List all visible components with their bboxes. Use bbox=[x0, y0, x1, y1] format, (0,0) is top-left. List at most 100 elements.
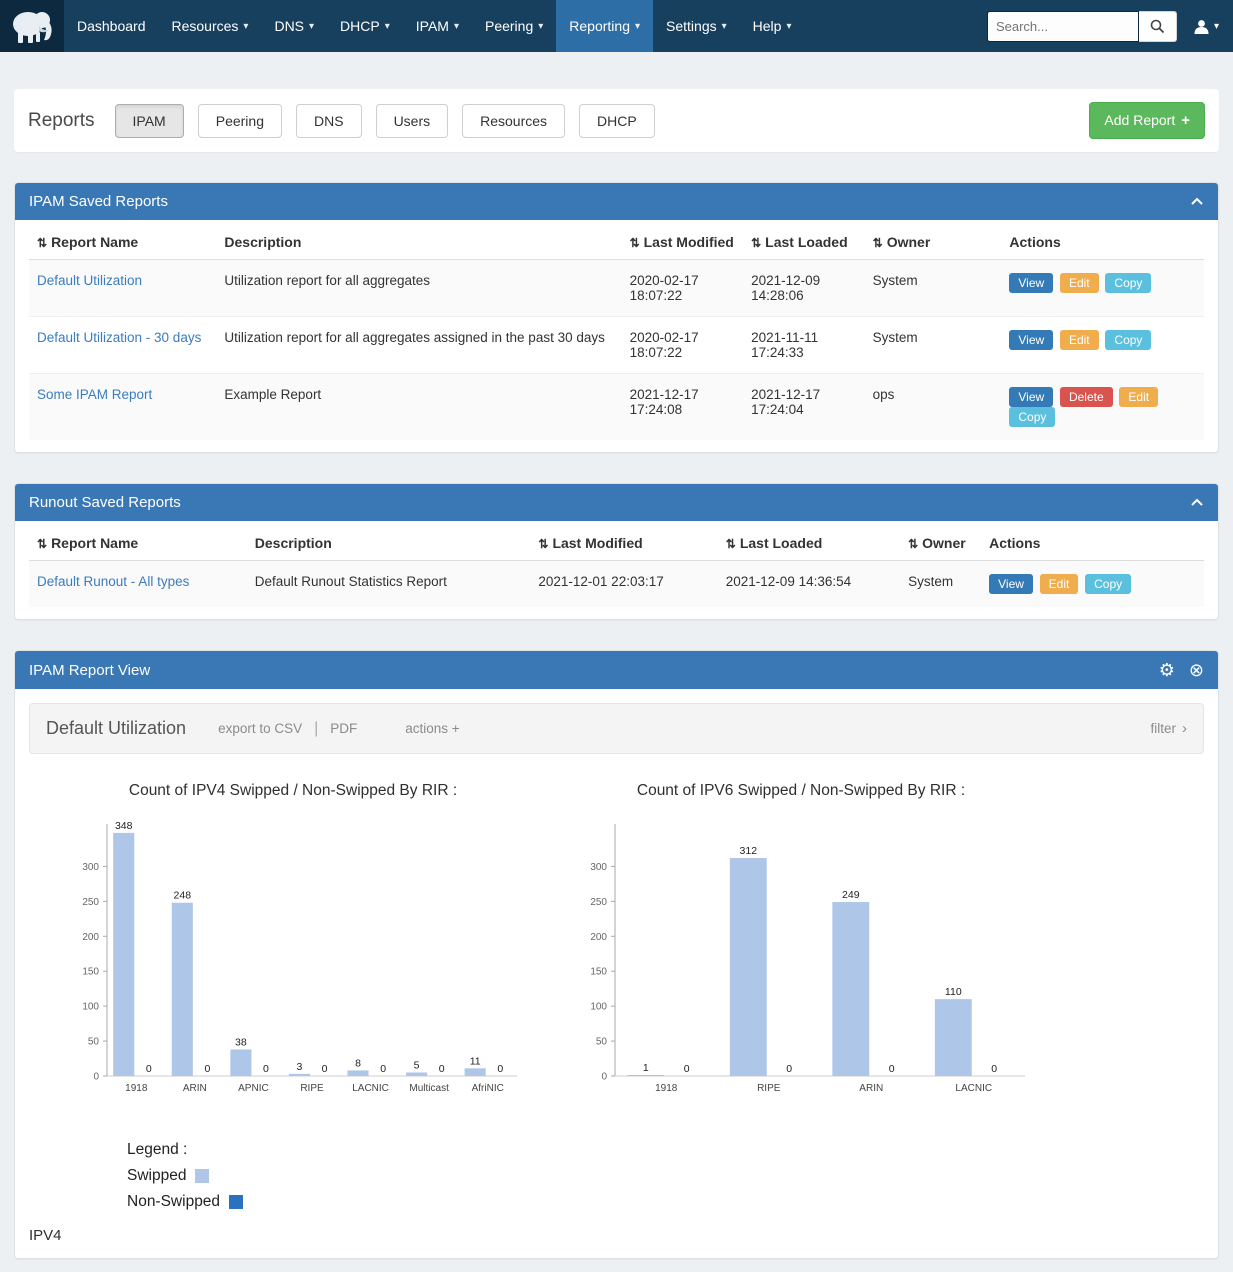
table-row: Default Utilization - 30 days Utilizatio… bbox=[29, 317, 1204, 374]
tab-peering[interactable]: Peering bbox=[198, 104, 282, 138]
view-button[interactable]: View bbox=[1009, 387, 1053, 407]
y-tick-label: 200 bbox=[82, 932, 99, 943]
y-tick-label: 100 bbox=[590, 1002, 607, 1013]
app-logo[interactable] bbox=[0, 0, 64, 52]
export-csv-link[interactable]: export to CSV bbox=[218, 721, 302, 736]
col-owner[interactable]: ⇅ Owner bbox=[900, 523, 981, 561]
tab-resources[interactable]: Resources bbox=[462, 104, 565, 138]
col-label: Last Modified bbox=[644, 234, 734, 250]
search-button[interactable] bbox=[1139, 11, 1177, 42]
collapse-icon[interactable] bbox=[1190, 498, 1204, 507]
report-link[interactable]: Default Utilization bbox=[37, 273, 142, 288]
view-button[interactable]: View bbox=[989, 574, 1033, 594]
col-owner[interactable]: ⇅Owner bbox=[865, 222, 1002, 260]
last-loaded: 2021-12-09 14:28:06 bbox=[743, 260, 865, 317]
nav-label: Settings bbox=[666, 18, 717, 34]
col-label: Owner bbox=[922, 535, 966, 551]
tab-ipam[interactable]: IPAM bbox=[115, 104, 184, 138]
filter-toggle[interactable]: filter› bbox=[1150, 720, 1187, 737]
value-label: 312 bbox=[740, 845, 758, 857]
value-label: 249 bbox=[842, 889, 860, 901]
report-toolbar: Default Utilization export to CSV | PDF … bbox=[29, 703, 1204, 754]
chart-legend: Legend : Swipped Non-Swipped bbox=[127, 1141, 1204, 1211]
category-label: ARIN bbox=[183, 1083, 207, 1094]
non-swipped-swatch bbox=[229, 1195, 243, 1209]
edit-button[interactable]: Edit bbox=[1060, 330, 1099, 350]
view-button[interactable]: View bbox=[1009, 273, 1053, 293]
category-label: RIPE bbox=[757, 1083, 781, 1094]
col-report-name[interactable]: ⇅Report Name bbox=[29, 523, 247, 561]
nav-item-dhcp[interactable]: DHCP▾ bbox=[327, 0, 403, 52]
bar-swipped-APNIC bbox=[230, 1049, 251, 1076]
search-input[interactable] bbox=[987, 11, 1139, 42]
caret-down-icon: ▾ bbox=[454, 21, 459, 32]
value-label: 5 bbox=[414, 1060, 420, 1072]
col-last-loaded[interactable]: ⇅Last Loaded bbox=[743, 222, 865, 260]
y-tick-label: 300 bbox=[590, 862, 607, 873]
col-report-name[interactable]: ⇅Report Name bbox=[29, 222, 216, 260]
search-icon bbox=[1150, 19, 1165, 34]
close-icon[interactable]: ⊗ bbox=[1189, 661, 1204, 679]
gear-icon[interactable]: ⚙ bbox=[1159, 661, 1175, 679]
report-link[interactable]: Default Utilization - 30 days bbox=[37, 330, 201, 345]
col-last-modified[interactable]: ⇅Last Modified bbox=[530, 523, 717, 561]
col-last-loaded[interactable]: ⇅Last Loaded bbox=[718, 523, 900, 561]
copy-button[interactable]: Copy bbox=[1085, 574, 1131, 594]
top-navbar: Dashboard Resources▾ DNS▾ DHCP▾ IPAM▾ Pe… bbox=[0, 0, 1233, 52]
ipv6-chart-block: Count of IPV6 Swipped / Non-Swipped By R… bbox=[565, 782, 1037, 1117]
nav-label: Peering bbox=[485, 18, 533, 34]
nav-item-resources[interactable]: Resources▾ bbox=[159, 0, 262, 52]
value-label: 11 bbox=[470, 1055, 481, 1067]
report-link[interactable]: Default Runout - All types bbox=[37, 574, 189, 589]
nav-item-peering[interactable]: Peering▾ bbox=[472, 0, 556, 52]
report-link[interactable]: Some IPAM Report bbox=[37, 387, 152, 402]
edit-button[interactable]: Edit bbox=[1040, 574, 1079, 594]
copy-button[interactable]: Copy bbox=[1105, 273, 1151, 293]
y-tick-label: 50 bbox=[596, 1037, 608, 1048]
chevron-right-icon: › bbox=[1182, 720, 1187, 737]
add-report-button[interactable]: Add Report+ bbox=[1089, 102, 1205, 139]
nav-label: Help bbox=[753, 18, 782, 34]
view-button[interactable]: View bbox=[1009, 330, 1053, 350]
nav-item-ipam[interactable]: IPAM▾ bbox=[403, 0, 472, 52]
value-label: 8 bbox=[355, 1057, 361, 1069]
nav-item-settings[interactable]: Settings▾ bbox=[653, 0, 740, 52]
bar-swipped-LACNIC bbox=[935, 999, 972, 1076]
sort-icon: ⇅ bbox=[908, 537, 918, 551]
caret-down-icon: ▾ bbox=[243, 21, 248, 32]
runout-saved-reports-header: Runout Saved Reports bbox=[15, 484, 1218, 521]
runout-saved-reports-body: ⇅Report Name Description ⇅Last Modified … bbox=[15, 521, 1218, 619]
tab-users[interactable]: Users bbox=[376, 104, 449, 138]
col-label: Owner bbox=[887, 234, 931, 250]
nav-item-help[interactable]: Help▾ bbox=[740, 0, 805, 52]
category-label: APNIC bbox=[238, 1083, 269, 1094]
nav-label: Reporting bbox=[569, 18, 630, 34]
collapse-icon[interactable] bbox=[1190, 197, 1204, 206]
user-menu[interactable]: ▾ bbox=[1193, 18, 1219, 35]
ipam-report-view-body: Default Utilization export to CSV | PDF … bbox=[15, 689, 1218, 1258]
nav-item-dns[interactable]: DNS▾ bbox=[261, 0, 327, 52]
add-report-label: Add Report bbox=[1104, 112, 1175, 128]
tab-dns[interactable]: DNS bbox=[296, 104, 362, 138]
bar-swipped-ARIN bbox=[172, 903, 193, 1076]
ipv6-chart-title: Count of IPV6 Swipped / Non-Swipped By R… bbox=[565, 782, 1037, 800]
last-loaded: 2021-11-11 17:24:33 bbox=[743, 317, 865, 374]
last-modified: 2020-02-17 18:07:22 bbox=[622, 260, 744, 317]
nav-item-reporting[interactable]: Reporting ▾ bbox=[556, 0, 653, 52]
ipam-saved-reports-header: IPAM Saved Reports bbox=[15, 183, 1218, 220]
export-pdf-link[interactable]: PDF bbox=[330, 721, 357, 736]
nav-item-dashboard[interactable]: Dashboard bbox=[64, 0, 159, 52]
actions-menu[interactable]: actions + bbox=[405, 721, 459, 736]
owner: System bbox=[900, 561, 981, 608]
col-actions: Actions bbox=[1001, 222, 1204, 260]
caret-down-icon: ▾ bbox=[635, 21, 640, 32]
edit-button[interactable]: Edit bbox=[1119, 387, 1158, 407]
value-label: 38 bbox=[235, 1036, 247, 1048]
col-last-modified[interactable]: ⇅Last Modified bbox=[622, 222, 744, 260]
copy-button[interactable]: Copy bbox=[1009, 407, 1055, 427]
delete-button[interactable]: Delete bbox=[1060, 387, 1113, 407]
edit-button[interactable]: Edit bbox=[1060, 273, 1099, 293]
tab-dhcp[interactable]: DHCP bbox=[579, 104, 655, 138]
category-label: LACNIC bbox=[352, 1083, 389, 1094]
copy-button[interactable]: Copy bbox=[1105, 330, 1151, 350]
